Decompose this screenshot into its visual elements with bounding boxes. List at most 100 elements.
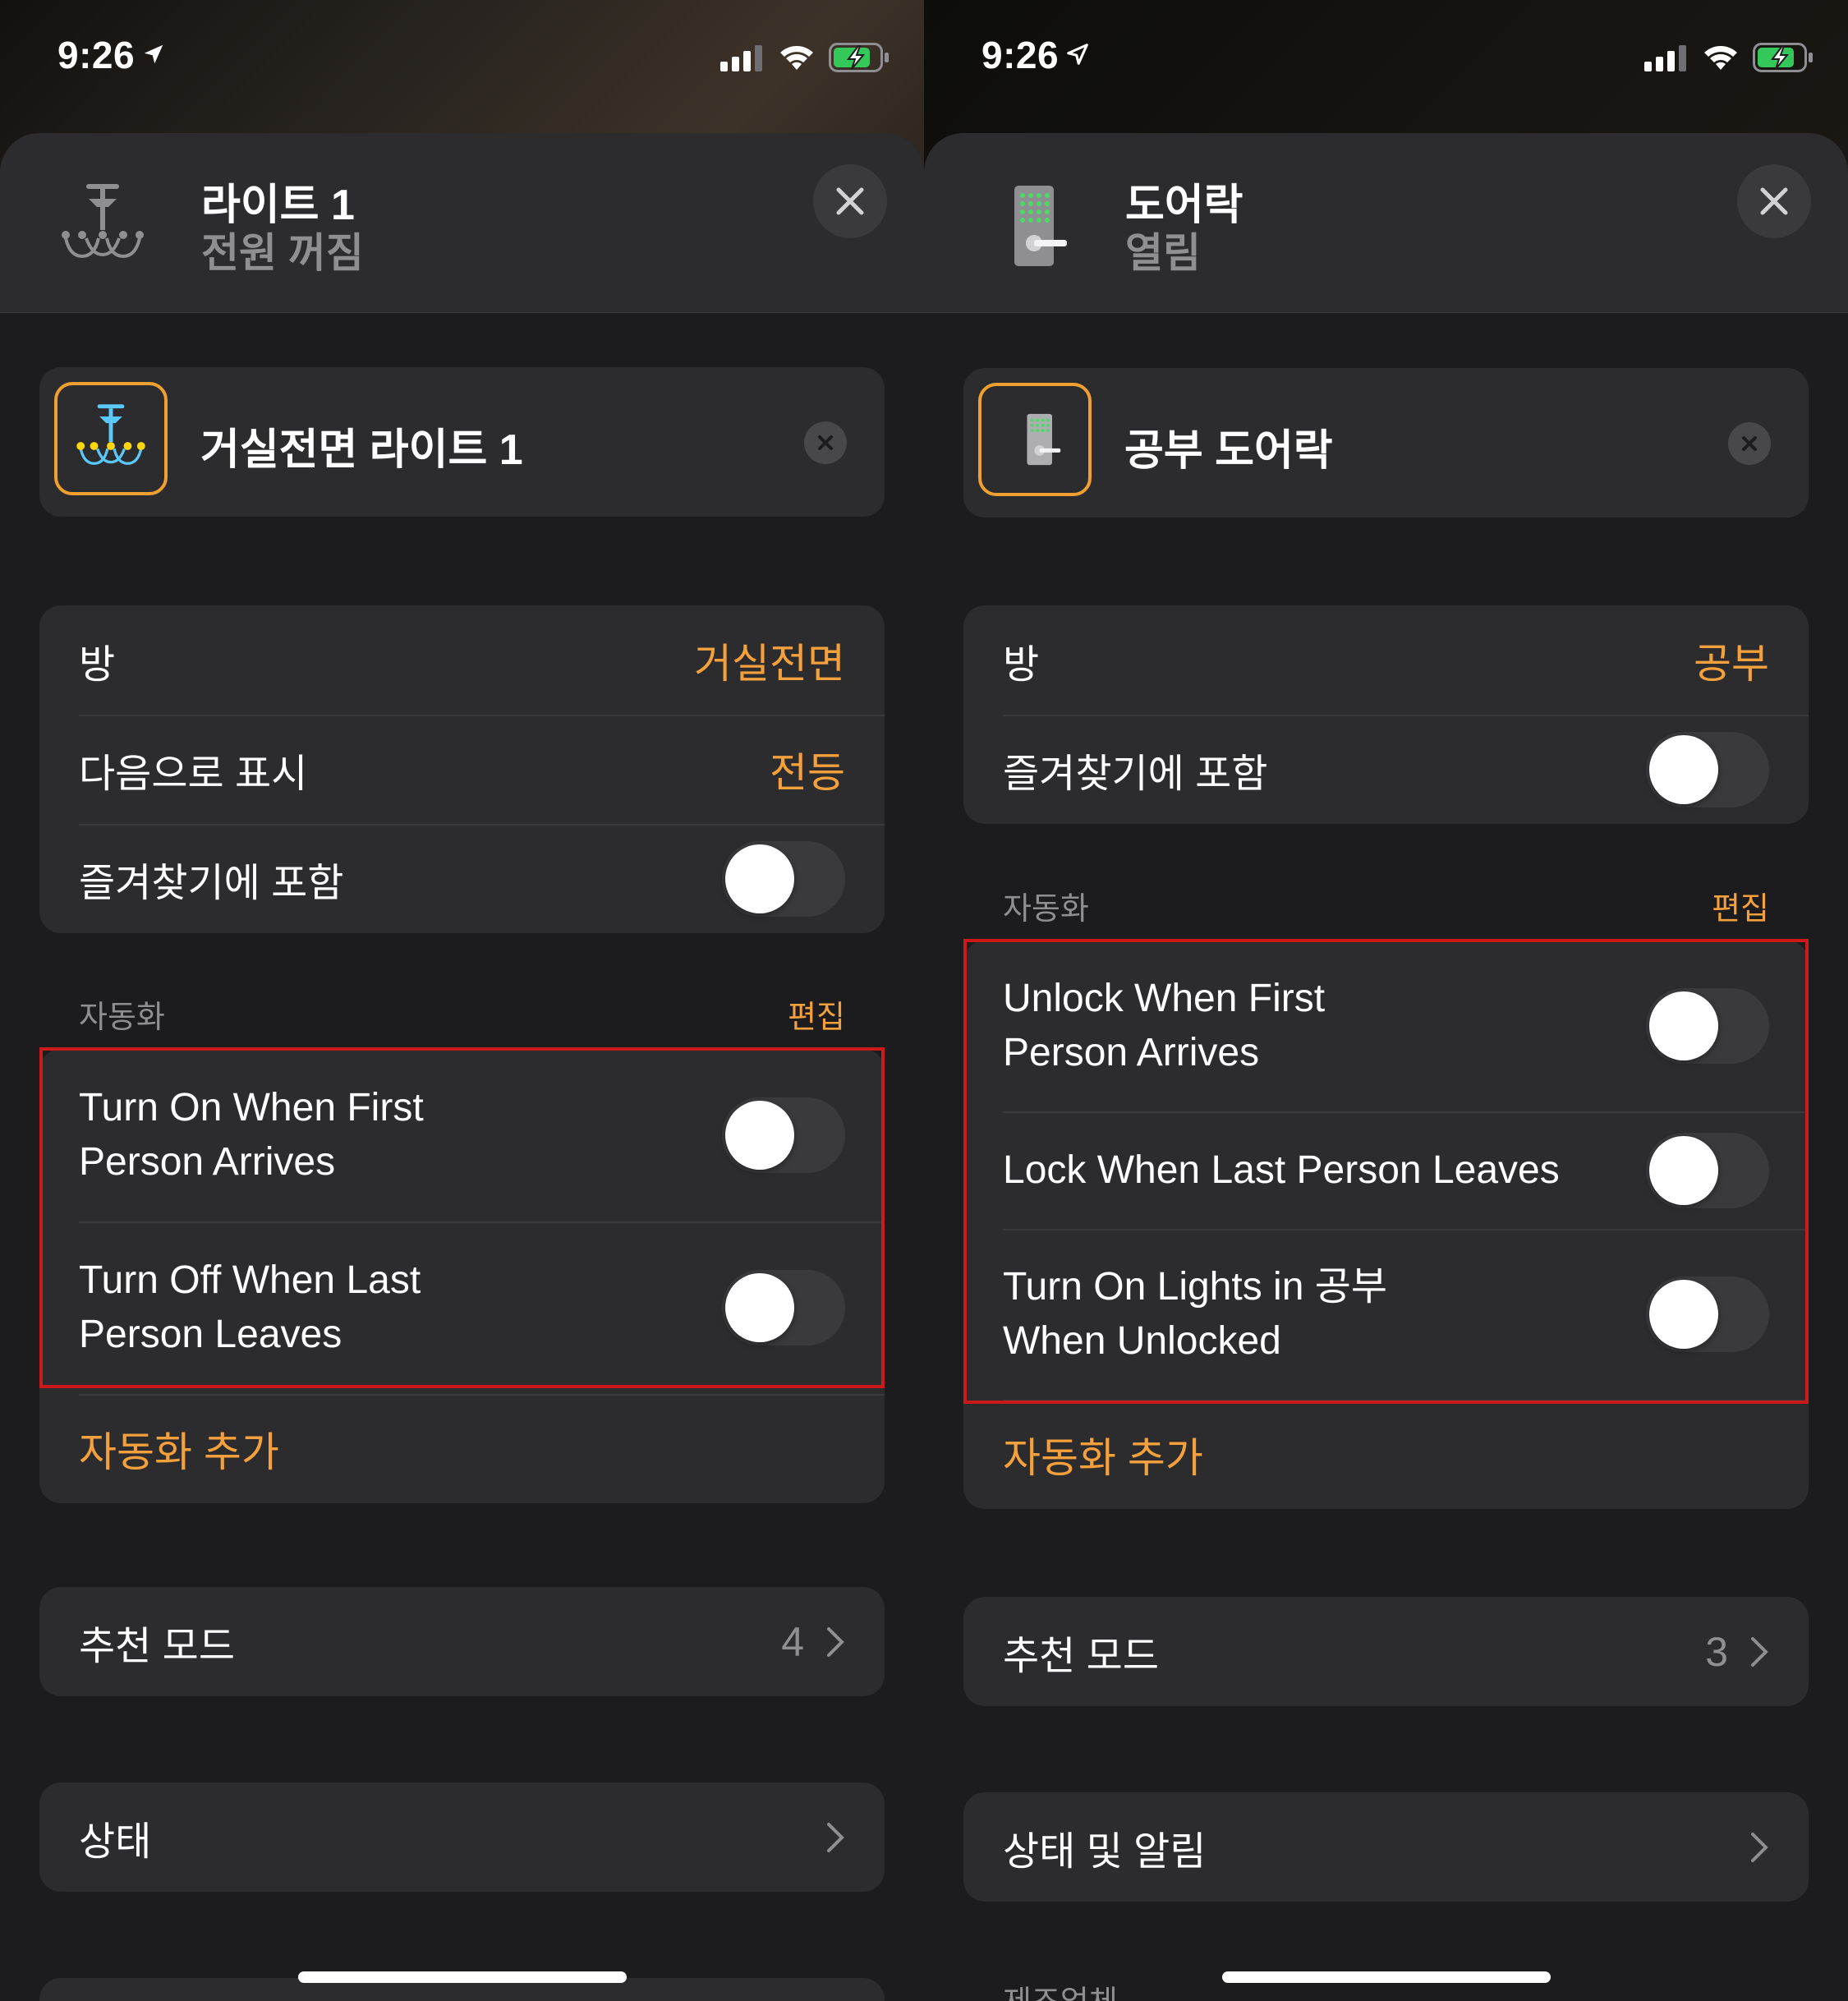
room-value: 거실전면 (694, 640, 845, 687)
close-button[interactable] (813, 164, 887, 238)
wifi-icon (780, 46, 813, 70)
sheet-header: 도어락 열림 (924, 133, 1848, 313)
add-automation-row[interactable]: 자동화 추가 (39, 1394, 885, 1503)
automation-toggle[interactable] (1646, 1276, 1769, 1352)
settings-card: 방 공부 즐겨찾기에 포함 (963, 605, 1809, 824)
accessory-icon-button[interactable] (54, 382, 168, 495)
home-indicator[interactable] (297, 1971, 627, 1983)
favorite-row: 즐겨찾기에 포함 (39, 824, 885, 933)
automation-toggle[interactable] (1646, 988, 1769, 1064)
automation-card: Turn On When First Person Arrives Turn Of… (39, 1049, 885, 1503)
automation-row: Lock When Last Person Leaves (963, 1111, 1809, 1229)
display-as-row[interactable]: 다음으로 표시 전등 (39, 715, 885, 824)
door-lock-icon (1027, 413, 1061, 466)
favorite-label: 즐겨찾기에 포함 (1003, 752, 1268, 796)
automation-card: Unlock When First Person Arrives Lock Whe… (963, 941, 1809, 1509)
home-indicator[interactable] (1221, 1971, 1551, 1983)
automation-label: Turn Off When Last Person Leaves (79, 1258, 421, 1356)
automation-toggle[interactable] (722, 1270, 845, 1346)
recommend-count: 4 (781, 1618, 804, 1665)
accessory-name-field[interactable]: 거실전면 라이트 1 (200, 415, 523, 476)
clear-name-button[interactable] (804, 421, 847, 464)
chandelier-icon (62, 184, 144, 259)
automation-toggle[interactable] (722, 1097, 845, 1173)
room-row[interactable]: 방 거실전면 (39, 605, 885, 715)
close-icon (1760, 187, 1788, 215)
favorite-toggle[interactable] (1646, 731, 1769, 807)
status-bar: 9:26 (0, 0, 924, 115)
name-card: 거실전면 라이트 1 (39, 367, 885, 517)
automation-row: Turn On When First Person Arrives (39, 1049, 885, 1221)
recommend-label: 추천 모드 (79, 1624, 235, 1668)
add-automation-button[interactable]: 자동화 추가 (1003, 1425, 1203, 1484)
automation-header-label: 자동화 (79, 1000, 165, 1035)
time-text: 9:26 (57, 34, 136, 76)
recommend-row[interactable]: 추천 모드 3 (963, 1597, 1809, 1706)
status-notify-card: 상태 및 알림 (963, 1792, 1809, 1902)
screen-light: 9:26 라이트 1 전원 꺼짐 거실전면 라이트 1 방 거실전면 다음으로 … (0, 0, 924, 2001)
recommend-card: 추천 모드 4 (39, 1587, 885, 1696)
time-text: 9:26 (981, 34, 1060, 76)
status-bar: 9:26 (924, 0, 1848, 115)
settings-card: 방 거실전면 다음으로 표시 전등 즐겨찾기에 포함 (39, 605, 885, 933)
battery-charging-icon (1753, 43, 1813, 72)
clear-icon (1742, 436, 1757, 451)
display-as-label: 다음으로 표시 (79, 752, 308, 796)
wifi-icon (1704, 46, 1737, 70)
chandelier-icon (76, 404, 145, 465)
status-icons (720, 41, 890, 74)
manufacturer-header-peek: 제조업체 (1003, 1976, 1118, 2001)
status-time: 9:26 (981, 33, 1090, 77)
room-row[interactable]: 방 공부 (963, 605, 1809, 715)
automation-edit-button[interactable]: 편집 (788, 991, 845, 1037)
status-notify-row[interactable]: 상태 및 알림 (963, 1792, 1809, 1902)
automation-row: Turn On Lights in 공부 When Unlocked (963, 1229, 1809, 1400)
status-label: 상태 (79, 1819, 152, 1864)
automation-header: 자동화 편집 (79, 991, 845, 1037)
automation-label: Turn On When First Person Arrives (79, 1086, 424, 1184)
automation-header: 자동화 편집 (1003, 883, 1769, 928)
close-button[interactable] (1737, 164, 1811, 238)
status-icons (1644, 41, 1814, 74)
automation-row: Turn Off When Last Person Leaves (39, 1221, 885, 1394)
close-icon (836, 187, 864, 215)
automation-toggle[interactable] (1646, 1132, 1769, 1208)
sheet-header: 라이트 1 전원 꺼짐 (0, 133, 924, 313)
automation-label: Lock When Last Person Leaves (1003, 1148, 1560, 1192)
chevron-right-icon (1751, 1832, 1768, 1862)
status-time: 9:26 (57, 33, 166, 77)
recommend-label: 추천 모드 (1003, 1634, 1159, 1678)
chevron-right-icon (827, 1822, 844, 1852)
add-automation-button[interactable]: 자동화 추가 (79, 1419, 279, 1479)
automation-label: Unlock When First Person Arrives (1003, 977, 1326, 1074)
add-automation-row[interactable]: 자동화 추가 (963, 1400, 1809, 1509)
accessory-name-field[interactable]: 공부 도어락 (1124, 416, 1333, 477)
location-arrow-icon (144, 44, 163, 64)
automation-row: Unlock When First Person Arrives (963, 941, 1809, 1111)
display-as-value: 전등 (770, 749, 845, 796)
name-card: 공부 도어락 (963, 368, 1809, 518)
door-lock-icon (1014, 186, 1067, 266)
room-value: 공부 (1694, 640, 1769, 687)
clear-icon (818, 435, 833, 450)
chevron-right-icon (1751, 1636, 1768, 1667)
location-arrow-icon (1067, 44, 1088, 65)
automation-edit-button[interactable]: 편집 (1712, 883, 1769, 928)
battery-charging-icon (829, 43, 889, 72)
status-card: 상태 (39, 1782, 885, 1892)
automation-header-label: 자동화 (1003, 892, 1089, 927)
status-row[interactable]: 상태 (39, 1782, 885, 1892)
signal-icon (720, 45, 762, 71)
favorite-row: 즐겨찾기에 포함 (963, 715, 1809, 824)
favorite-label: 즐겨찾기에 포함 (79, 861, 344, 905)
chevron-right-icon (827, 1626, 844, 1657)
signal-icon (1644, 45, 1686, 71)
automation-label: Turn On Lights in 공부 When Unlocked (1003, 1265, 1388, 1363)
accessory-icon-button[interactable] (978, 383, 1092, 496)
recommend-count: 3 (1705, 1628, 1728, 1675)
accessory-status: 전원 꺼짐 (201, 230, 364, 276)
recommend-row[interactable]: 추천 모드 4 (39, 1587, 885, 1696)
clear-name-button[interactable] (1728, 422, 1771, 465)
screen-lock: 9:26 도어락 열림 공부 도어락 방 공부 즐겨찾기에 포함 자동화 편집 … (924, 0, 1848, 2001)
favorite-toggle[interactable] (722, 840, 845, 917)
